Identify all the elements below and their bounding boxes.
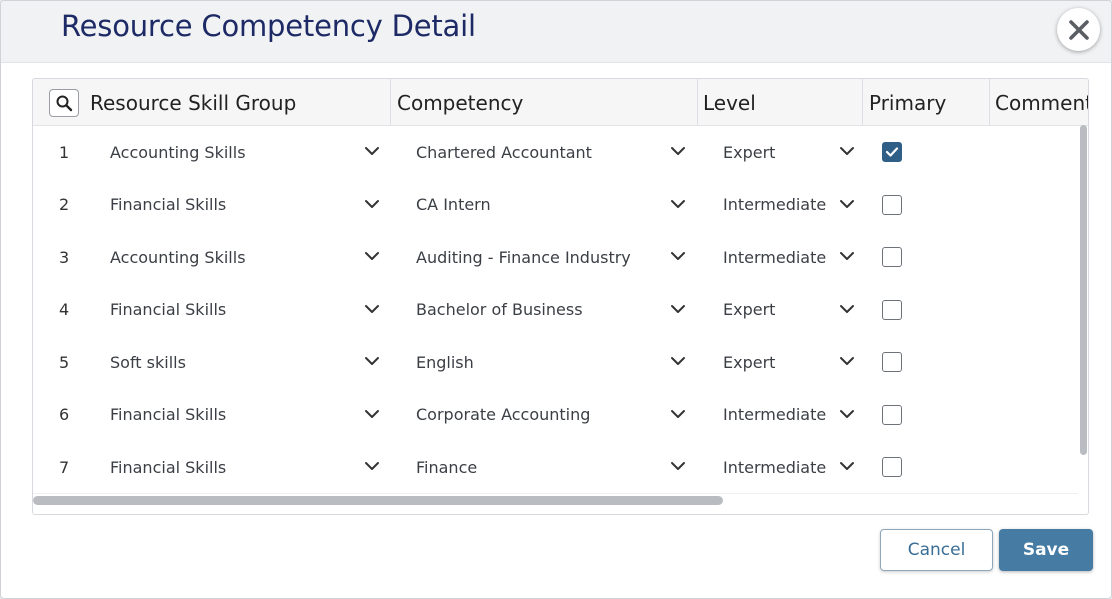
- table-row: 5 Soft skills English Expert: [33, 336, 1078, 388]
- vertical-scrollbar-thumb[interactable]: [1080, 125, 1087, 455]
- chevron-down-icon[interactable]: [839, 406, 855, 422]
- table-row: 7 Financial Skills Finance Intermediate: [33, 441, 1078, 493]
- row-number: 6: [59, 405, 70, 424]
- skill-group-dropdown-value[interactable]: Financial Skills: [110, 441, 226, 493]
- table-row: 2 Financial Skills CA Intern Intermediat…: [33, 179, 1078, 231]
- chevron-down-icon[interactable]: [670, 196, 686, 212]
- chevron-down-icon[interactable]: [364, 196, 380, 212]
- primary-checkbox[interactable]: [882, 142, 902, 162]
- column-header-competency[interactable]: Competency: [397, 79, 523, 126]
- chevron-down-icon[interactable]: [670, 143, 686, 159]
- skill-group-dropdown-value[interactable]: Soft skills: [110, 336, 186, 388]
- chevron-down-icon[interactable]: [839, 353, 855, 369]
- dialog-header: Resource Competency Detail: [1, 1, 1111, 63]
- row-number: 4: [59, 300, 70, 319]
- primary-checkbox[interactable]: [882, 404, 902, 425]
- column-header-comment[interactable]: Comment: [995, 79, 1088, 126]
- level-dropdown-value[interactable]: Intermediate: [723, 231, 826, 283]
- competency-dropdown-value[interactable]: English: [416, 336, 474, 388]
- skill-group-dropdown-value[interactable]: Accounting Skills: [110, 126, 246, 178]
- skill-group-dropdown-value[interactable]: Accounting Skills: [110, 231, 246, 283]
- resource-competency-dialog: Resource Competency Detail Resource Skil…: [0, 0, 1112, 599]
- competency-dropdown-value[interactable]: CA Intern: [416, 179, 491, 231]
- primary-checkbox[interactable]: [882, 247, 902, 267]
- level-dropdown-value[interactable]: Expert: [723, 126, 775, 178]
- close-button[interactable]: [1057, 8, 1100, 51]
- chevron-down-icon[interactable]: [364, 301, 380, 317]
- cancel-button[interactable]: Cancel: [880, 529, 993, 571]
- level-dropdown-value[interactable]: Intermediate: [723, 389, 826, 441]
- level-dropdown-value[interactable]: Expert: [723, 284, 775, 336]
- chevron-down-icon[interactable]: [364, 406, 380, 422]
- skill-group-dropdown-value[interactable]: Financial Skills: [110, 389, 226, 441]
- primary-checkbox[interactable]: [882, 299, 902, 320]
- primary-checkbox[interactable]: [882, 352, 902, 372]
- chevron-down-icon[interactable]: [364, 143, 380, 159]
- column-header-primary[interactable]: Primary: [869, 79, 946, 126]
- column-separator[interactable]: [989, 79, 990, 126]
- chevron-down-icon[interactable]: [364, 458, 380, 474]
- table-row: 4 Financial Skills Bachelor of Business …: [33, 284, 1078, 336]
- level-dropdown-value[interactable]: Intermediate: [723, 441, 826, 493]
- skill-group-dropdown-value[interactable]: Financial Skills: [110, 284, 226, 336]
- chevron-down-icon[interactable]: [364, 353, 380, 369]
- table-row: 1 Accounting Skills Chartered Accountant…: [33, 126, 1078, 178]
- primary-checkbox[interactable]: [882, 194, 902, 215]
- competency-dropdown-value[interactable]: Auditing - Finance Industry: [416, 231, 631, 283]
- save-button[interactable]: Save: [999, 529, 1093, 571]
- table-row: 3 Accounting Skills Auditing - Finance I…: [33, 231, 1078, 283]
- chevron-down-icon[interactable]: [839, 143, 855, 159]
- level-dropdown-value[interactable]: Expert: [723, 336, 775, 388]
- column-separator[interactable]: [862, 79, 863, 126]
- competency-dropdown-value[interactable]: Corporate Accounting: [416, 389, 590, 441]
- column-header-skill-group[interactable]: Resource Skill Group: [90, 79, 296, 126]
- chevron-down-icon[interactable]: [839, 248, 855, 264]
- grid-search-button[interactable]: [49, 89, 79, 117]
- chevron-down-icon[interactable]: [670, 301, 686, 317]
- close-icon: [1068, 19, 1089, 40]
- column-separator[interactable]: [697, 79, 698, 126]
- search-icon: [56, 95, 73, 112]
- checkmark-icon: [885, 147, 899, 157]
- skill-group-dropdown-value[interactable]: Financial Skills: [110, 179, 226, 231]
- column-header-level[interactable]: Level: [703, 79, 756, 126]
- chevron-down-icon[interactable]: [839, 196, 855, 212]
- dialog-title: Resource Competency Detail: [61, 9, 476, 43]
- competency-dropdown-value[interactable]: Bachelor of Business: [416, 284, 583, 336]
- horizontal-scrollbar-thumb[interactable]: [33, 496, 723, 505]
- grid-header: Resource Skill Group Competency Level Pr…: [33, 79, 1088, 126]
- chevron-down-icon[interactable]: [670, 353, 686, 369]
- chevron-down-icon[interactable]: [364, 248, 380, 264]
- primary-checkbox[interactable]: [882, 457, 902, 477]
- chevron-down-icon[interactable]: [670, 248, 686, 264]
- chevron-down-icon[interactable]: [839, 301, 855, 317]
- chevron-down-icon[interactable]: [839, 458, 855, 474]
- chevron-down-icon[interactable]: [670, 458, 686, 474]
- row-number: 5: [59, 352, 70, 372]
- level-dropdown-value[interactable]: Intermediate: [723, 179, 826, 231]
- row-number: 3: [59, 247, 70, 267]
- row-number: 1: [59, 142, 70, 162]
- column-separator[interactable]: [390, 79, 391, 126]
- competency-dropdown-value[interactable]: Finance: [416, 441, 477, 493]
- competency-dropdown-value[interactable]: Chartered Accountant: [416, 126, 592, 178]
- row-number: 2: [59, 195, 70, 214]
- competency-grid: Resource Skill Group Competency Level Pr…: [32, 78, 1089, 515]
- row-number: 7: [59, 457, 70, 477]
- chevron-down-icon[interactable]: [670, 406, 686, 422]
- table-row: 6 Financial Skills Corporate Accounting …: [33, 389, 1078, 441]
